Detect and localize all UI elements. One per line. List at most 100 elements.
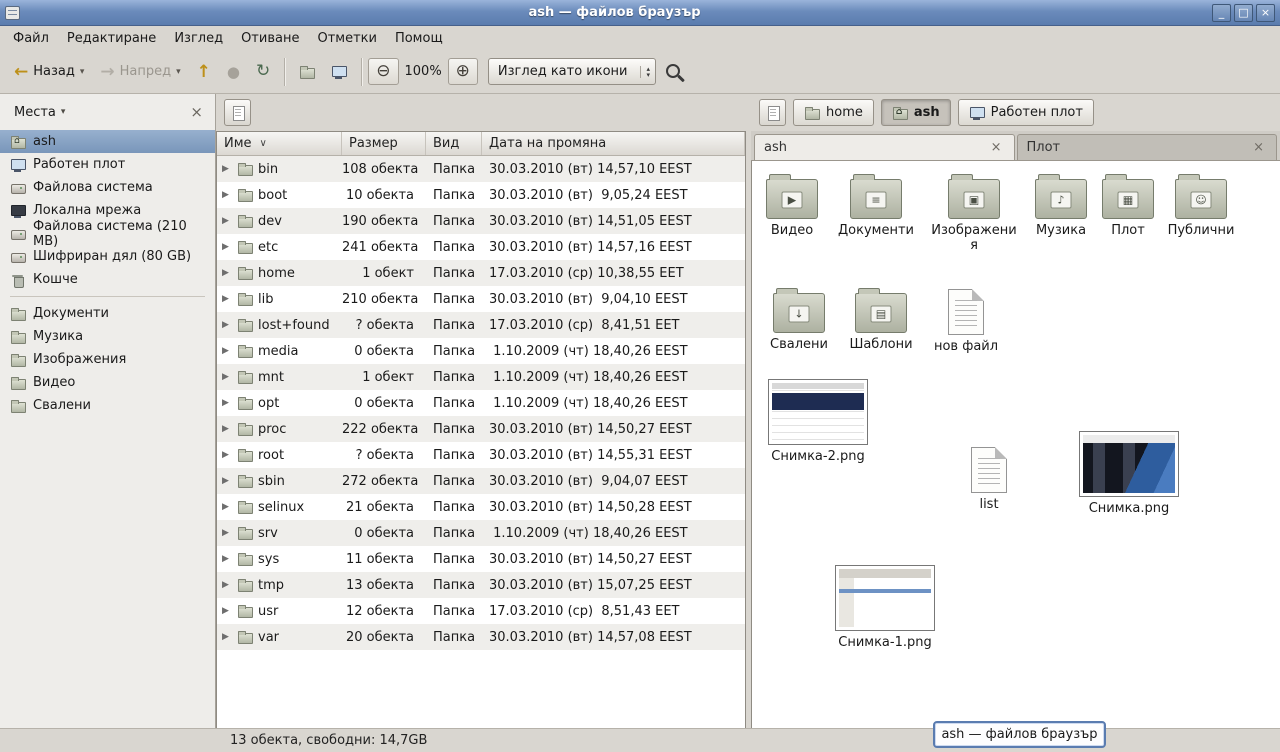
- expander-icon[interactable]: ▶: [222, 580, 232, 590]
- table-row[interactable]: ▶proc222 обектаПапка30.03.2010 (вт) 14,5…: [217, 416, 745, 442]
- icon-item-10[interactable]: Снимка-2.png: [763, 379, 873, 465]
- expander-icon[interactable]: ▶: [222, 632, 232, 642]
- expander-icon[interactable]: ▶: [222, 528, 232, 538]
- expander-icon[interactable]: ▶: [222, 294, 232, 304]
- icon-item-1[interactable]: ▶Видео: [751, 173, 834, 239]
- table-row[interactable]: ▶usr12 обектаПапка17.03.2010 (ср) 8,51,4…: [217, 598, 745, 624]
- sidebar-item-7[interactable]: Кошче: [0, 268, 215, 291]
- home-button[interactable]: [291, 58, 323, 86]
- taskbar-window-button[interactable]: ash — файлов браузър: [933, 721, 1106, 748]
- path-button-desktop[interactable]: Работен плот: [958, 99, 1094, 126]
- zoom-out-button[interactable]: ⊖: [368, 58, 398, 85]
- computer-button[interactable]: [323, 58, 355, 86]
- expander-icon[interactable]: ▶: [222, 554, 232, 564]
- close-button[interactable]: ×: [1256, 4, 1275, 22]
- icon-item-13[interactable]: Снимка-1.png: [830, 565, 940, 651]
- expander-icon[interactable]: ▶: [222, 268, 232, 278]
- icon-item-12[interactable]: Снимка.png: [1074, 431, 1184, 517]
- table-row[interactable]: ▶dev190 обектаПапка30.03.2010 (вт) 14,51…: [217, 208, 745, 234]
- forward-button[interactable]: → Напред ▾: [92, 58, 188, 85]
- column-header-4[interactable]: Дата на промяна: [482, 132, 745, 155]
- icon-item-6[interactable]: ☺Публични: [1159, 173, 1243, 239]
- sidebar-item-1[interactable]: ⌂ash: [0, 130, 215, 153]
- expander-icon[interactable]: ▶: [222, 372, 232, 382]
- sidebar-item-3[interactable]: Файлова система: [0, 176, 215, 199]
- view-mode-select[interactable]: Изглед като икони ▴▾: [488, 58, 656, 85]
- icon-item-8[interactable]: ▤Шаблони: [839, 287, 923, 353]
- table-row[interactable]: ▶var20 обектаПапка30.03.2010 (вт) 14,57,…: [217, 624, 745, 650]
- icon-item-5[interactable]: ▦Плот: [1086, 173, 1170, 239]
- menu-item-5[interactable]: Отметки: [308, 28, 385, 49]
- expander-icon[interactable]: ▶: [222, 476, 232, 486]
- menu-item-6[interactable]: Помощ: [386, 28, 452, 49]
- column-header-1[interactable]: Име∨: [217, 132, 342, 155]
- menu-item-3[interactable]: Изглед: [165, 28, 232, 49]
- tab-desktop[interactable]: Плот ×: [1017, 134, 1278, 160]
- sidebar-item-10[interactable]: Музика: [0, 325, 215, 348]
- table-row[interactable]: ▶lost+found? обектаПапка17.03.2010 (ср) …: [217, 312, 745, 338]
- menu-item-1[interactable]: Файл: [4, 28, 58, 49]
- expander-icon[interactable]: ▶: [222, 242, 232, 252]
- back-button[interactable]: ← Назад ▾: [6, 58, 92, 85]
- expander-icon[interactable]: ▶: [222, 190, 232, 200]
- column-header-3[interactable]: Вид: [426, 132, 482, 155]
- sidebar-item-5[interactable]: Файлова система (210 MB): [0, 222, 215, 245]
- table-row[interactable]: ▶etc241 обектаПапка30.03.2010 (вт) 14,57…: [217, 234, 745, 260]
- expander-icon[interactable]: ▶: [222, 216, 232, 226]
- expander-icon[interactable]: ▶: [222, 398, 232, 408]
- tab-close-icon[interactable]: ×: [988, 140, 1005, 155]
- sidebar-item-11[interactable]: Изображения: [0, 348, 215, 371]
- table-row[interactable]: ▶sbin272 обектаПапка30.03.2010 (вт) 9,04…: [217, 468, 745, 494]
- sidebar-close-icon[interactable]: ×: [187, 103, 206, 121]
- menu-item-2[interactable]: Редактиране: [58, 28, 165, 49]
- expander-icon[interactable]: ▶: [222, 164, 232, 174]
- icon-item-7[interactable]: ↓Свалени: [757, 287, 841, 353]
- table-row[interactable]: ▶boot10 обектаПапка30.03.2010 (вт) 9,05,…: [217, 182, 745, 208]
- icon-view[interactable]: ▶Видео≡Документи▣Изображения♪Музика▦Плот…: [751, 161, 1280, 728]
- sidebar-item-9[interactable]: Документи: [0, 302, 215, 325]
- table-row[interactable]: ▶selinux21 обектаПапка30.03.2010 (вт) 14…: [217, 494, 745, 520]
- up-button[interactable]: ↑: [189, 59, 219, 85]
- table-row[interactable]: ▶lib210 обектаПапка30.03.2010 (вт) 9,04,…: [217, 286, 745, 312]
- sidebar-item-12[interactable]: Видео: [0, 371, 215, 394]
- table-row[interactable]: ▶srv0 обектаПапка 1.10.2009 (чт) 18,40,2…: [217, 520, 745, 546]
- table-row[interactable]: ▶opt0 обектаПапка 1.10.2009 (чт) 18,40,2…: [217, 390, 745, 416]
- maximize-button[interactable]: □: [1234, 4, 1253, 22]
- expander-icon[interactable]: ▶: [222, 320, 232, 330]
- table-row[interactable]: ▶media0 обектаПапка 1.10.2009 (чт) 18,40…: [217, 338, 745, 364]
- reload-button[interactable]: ↻: [248, 58, 278, 85]
- titlebar[interactable]: ash — файлов браузър _ □ ×: [0, 0, 1280, 26]
- sidebar-item-6[interactable]: Шифриран дял (80 GB): [0, 245, 215, 268]
- sidebar-mode-select[interactable]: Места ▾: [9, 102, 70, 123]
- tab-ash[interactable]: ash ×: [754, 134, 1015, 160]
- path-button-ash[interactable]: ⌂ ash: [881, 99, 951, 126]
- expander-icon[interactable]: ▶: [222, 424, 232, 434]
- table-row[interactable]: ▶sys11 обектаПапка30.03.2010 (вт) 14,50,…: [217, 546, 745, 572]
- icon-item-2[interactable]: ≡Документи: [834, 173, 918, 239]
- icon-item-11[interactable]: list: [947, 445, 1031, 513]
- expander-icon[interactable]: ▶: [222, 606, 232, 616]
- minimize-button[interactable]: _: [1212, 4, 1231, 22]
- sidebar-item-2[interactable]: Работен плот: [0, 153, 215, 176]
- icon-item-9[interactable]: нов файл: [924, 287, 1008, 355]
- table-row[interactable]: ▶root? обектаПапка30.03.2010 (вт) 14,55,…: [217, 442, 745, 468]
- menu-item-4[interactable]: Отиване: [232, 28, 308, 49]
- expander-icon[interactable]: ▶: [222, 502, 232, 512]
- window-menu-icon[interactable]: [5, 6, 20, 20]
- stop-button[interactable]: ●: [219, 59, 248, 85]
- toggle-location-entry-button[interactable]: [759, 99, 786, 126]
- column-header-2[interactable]: Размер: [342, 132, 426, 155]
- sidebar-item-13[interactable]: Свалени: [0, 394, 215, 417]
- search-button[interactable]: [656, 56, 694, 88]
- table-row[interactable]: ▶mnt1 обектПапка 1.10.2009 (чт) 18,40,26…: [217, 364, 745, 390]
- icon-item-3[interactable]: ▣Изображения: [930, 173, 1018, 254]
- path-button-home[interactable]: home: [793, 99, 874, 126]
- table-row[interactable]: ▶home1 обектПапка17.03.2010 (ср) 10,38,5…: [217, 260, 745, 286]
- table-row[interactable]: ▶bin108 обектаПапка30.03.2010 (вт) 14,57…: [217, 156, 745, 182]
- tab-close-icon[interactable]: ×: [1250, 140, 1267, 155]
- expander-icon[interactable]: ▶: [222, 346, 232, 356]
- toggle-location-entry-button[interactable]: [224, 99, 251, 126]
- table-row[interactable]: ▶tmp13 обектаПапка30.03.2010 (вт) 15,07,…: [217, 572, 745, 598]
- expander-icon[interactable]: ▶: [222, 450, 232, 460]
- back-dropdown-icon[interactable]: ▾: [80, 67, 85, 77]
